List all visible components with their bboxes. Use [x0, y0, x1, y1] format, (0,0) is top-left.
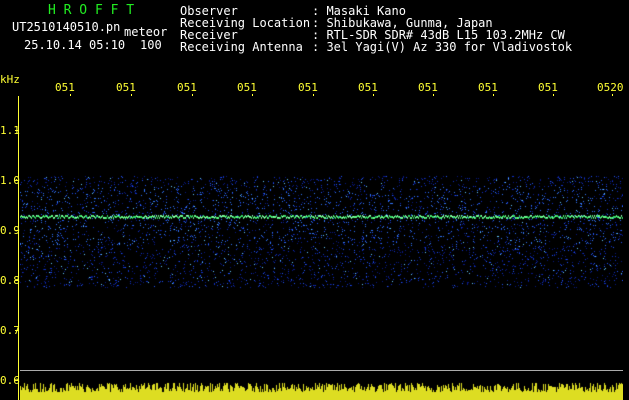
antenna-value: : 3el Yagi(V) Az 330 for Vladivostok — [312, 40, 573, 54]
x-tick-label: 051 — [55, 81, 75, 94]
x-tick-label: 051 — [116, 81, 136, 94]
noise-baseline — [20, 370, 623, 371]
file-name: UT2510140510.pn — [12, 20, 121, 34]
date-time: 25.10.14 05:10 — [24, 38, 126, 52]
x-tick-label: 051 — [418, 81, 438, 94]
spectrogram-canvas — [20, 96, 623, 400]
x-tick-label: 051 — [298, 81, 318, 94]
y-tick-mark — [15, 130, 18, 131]
hrofft-screen: { "header": { "program": "H R O F F T", … — [0, 0, 629, 400]
y-tick-mark — [15, 380, 18, 381]
x-tick-label: 051 — [177, 81, 197, 94]
x-tick-label: 0520 — [597, 81, 624, 94]
mode-label: meteor — [124, 25, 168, 39]
axis-unit-label: kHz — [0, 73, 20, 86]
x-tick-label: 051 — [237, 81, 257, 94]
program-title: H R O F F T — [48, 3, 135, 18]
x-tick-label: 051 — [538, 81, 558, 94]
sample-count: 100 — [140, 38, 162, 52]
x-tick-label: 051 — [478, 81, 498, 94]
x-tick-label: 051 — [358, 81, 378, 94]
antenna-label: Receiving Antenna — [180, 40, 303, 54]
y-tick-mark — [15, 230, 18, 231]
y-tick-mark — [15, 180, 18, 181]
y-axis-line — [18, 96, 19, 400]
y-tick-mark — [15, 330, 18, 331]
y-tick-mark — [15, 280, 18, 281]
